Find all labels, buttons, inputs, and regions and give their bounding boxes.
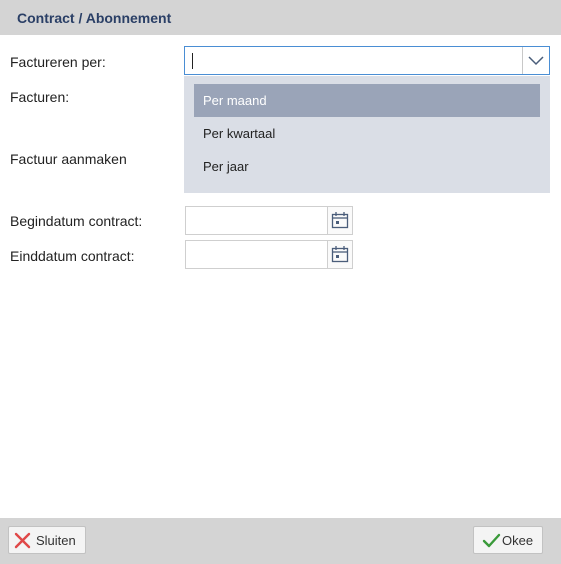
okee-label: Okee [502, 533, 534, 548]
begindatum-label: Begindatum contract: [10, 213, 143, 229]
okee-button[interactable]: Okee [473, 526, 543, 554]
sluiten-label: Sluiten [36, 533, 76, 548]
text-cursor [192, 53, 193, 69]
einddatum-label: Einddatum contract: [10, 248, 135, 264]
dialog-titlebar: Contract / Abonnement [0, 0, 561, 35]
calendar-icon[interactable] [327, 207, 352, 234]
facturen-label: Facturen: [10, 89, 70, 105]
dialog-title: Contract / Abonnement [17, 10, 172, 26]
checkmark-icon [482, 532, 501, 552]
option-per-maand[interactable]: Per maand [194, 84, 540, 117]
option-per-jaar[interactable]: Per jaar [194, 150, 540, 183]
calendar-icon[interactable] [327, 241, 352, 268]
sluiten-button[interactable]: Sluiten [8, 526, 86, 554]
begindatum-field[interactable] [185, 206, 353, 235]
chevron-down-icon[interactable] [522, 47, 549, 74]
factuur-aanmaken-label: Factuur aanmaken [10, 151, 127, 167]
einddatum-field[interactable] [185, 240, 353, 269]
factureren-per-label: Factureren per: [10, 54, 106, 70]
close-icon [14, 532, 31, 552]
factureren-per-select[interactable] [184, 46, 550, 75]
factureren-per-dropdown: Per maand Per kwartaal Per jaar [184, 76, 550, 193]
option-per-kwartaal[interactable]: Per kwartaal [194, 117, 540, 150]
dialog-footer: Sluiten Okee [0, 518, 561, 564]
